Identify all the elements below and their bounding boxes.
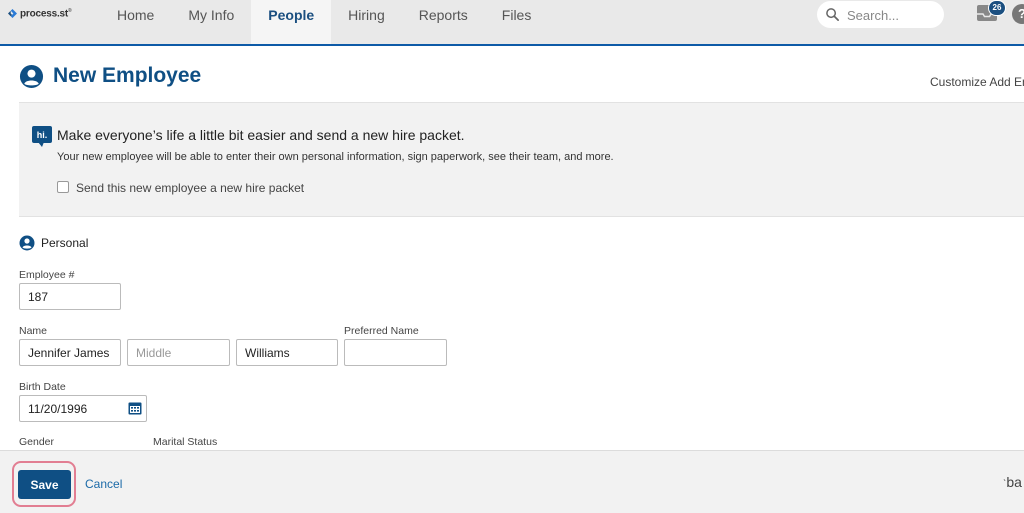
hi-speech-bubble-icon: hi. [32,126,52,147]
top-navigation: process.st® Home My Info People Hiring R… [0,0,1024,46]
help-icon[interactable]: ? [1012,4,1024,24]
send-hire-packet-label[interactable]: Send this new employee a new hire packet [76,181,304,195]
name-label: Name [19,325,48,337]
nav-item-people[interactable]: People [251,0,332,44]
last-name-input[interactable] [236,339,338,366]
form-action-bar [0,450,1024,513]
logo-mark-icon [8,9,17,19]
hire-packet-description: Your new employee will be able to enter … [57,151,614,163]
birth-date-label: Birth Date [19,381,66,393]
customize-add-employee-link[interactable]: Customize Add Em [930,75,1024,89]
first-name-input[interactable] [19,339,121,366]
preferred-name-input[interactable] [344,339,447,366]
nav-item-files[interactable]: Files [485,0,549,44]
employee-number-label: Employee # [19,269,75,281]
save-button[interactable]: Save [18,470,71,499]
inbox-count-badge: 26 [988,0,1006,16]
page-title: New Employee [53,64,202,87]
marital-status-label: Marital Status [153,436,218,448]
nav-item-hiring[interactable]: Hiring [331,0,402,44]
hi-icon-text: hi. [37,130,48,140]
middle-name-input[interactable] [127,339,230,366]
employee-avatar-icon [19,64,44,89]
nav-item-my-info[interactable]: My Info [171,0,251,44]
preferred-name-label: Preferred Name [344,325,419,337]
nav-item-reports[interactable]: Reports [402,0,485,44]
logo-text: process.st® [20,8,72,20]
hire-packet-title: Make everyone’s life a little bit easier… [57,127,465,143]
main-nav: Home My Info People Hiring Reports Files [100,0,548,44]
search-icon [826,8,839,21]
gender-label: Gender [19,436,55,448]
personal-section-icon [19,235,35,251]
employee-number-input[interactable] [19,283,121,310]
search-input[interactable] [847,7,939,23]
search-box [817,1,944,28]
process-st-logo[interactable]: process.st® [8,8,72,19]
cancel-link[interactable]: Cancel [85,477,122,491]
send-hire-packet-checkbox[interactable] [57,181,69,193]
calendar-icon[interactable] [128,401,142,415]
bamboohr-logo-fragment: ˋba [1003,474,1022,490]
nav-item-home[interactable]: Home [100,0,171,44]
personal-section-title: Personal [41,236,89,250]
